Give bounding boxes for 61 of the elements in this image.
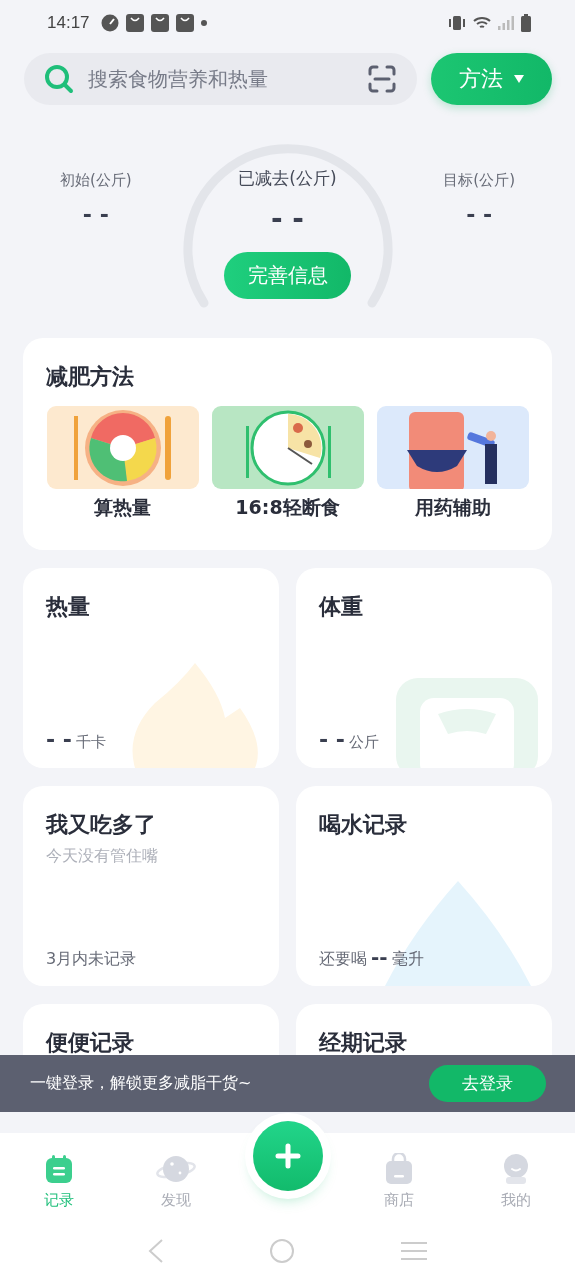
- scan-icon[interactable]: [367, 64, 397, 94]
- method-label: 算热量: [94, 495, 151, 520]
- stat-label: 初始(公斤): [59, 171, 132, 190]
- signal-icon: [498, 16, 514, 30]
- notification-icon: [175, 14, 194, 32]
- record-card[interactable]: 体重 - - 公斤: [296, 568, 552, 768]
- notification-icon: [150, 14, 169, 32]
- stat-label: 已减去(公斤): [238, 167, 337, 190]
- complete-info-button[interactable]: 完善信息: [224, 252, 351, 299]
- card-title: 我又吃多了: [46, 811, 157, 839]
- card-title: 体重: [319, 593, 364, 621]
- battery-icon: [521, 14, 531, 32]
- login-button[interactable]: 去登录: [429, 1065, 546, 1102]
- record-card[interactable]: 喝水记录 还要喝 -- 毫升: [296, 786, 552, 986]
- method-dropdown-button[interactable]: 方法: [431, 53, 552, 105]
- value-text: --: [371, 945, 388, 969]
- record-card[interactable]: 热量 - - 千卡: [23, 568, 279, 768]
- value-text: - -: [46, 727, 72, 752]
- search-bar[interactable]: 搜索食物营养和热量: [24, 53, 417, 105]
- plus-icon: [274, 1143, 301, 1169]
- nav-tab[interactable]: 我的: [457, 1133, 575, 1211]
- card-title: 喝水记录: [319, 811, 408, 839]
- unit-text: 千卡: [75, 733, 106, 752]
- unit-text: 公斤: [348, 733, 379, 752]
- home-icon[interactable]: [269, 1238, 296, 1264]
- value-text: - -: [319, 727, 345, 752]
- card-subtitle: 今天没有管住嘴: [46, 846, 159, 867]
- card-title: 减肥方法: [46, 363, 135, 391]
- search-field[interactable]: 搜索食物营养和热量: [86, 66, 355, 92]
- record-card[interactable]: 经期记录: [296, 1004, 552, 1055]
- card-title: 经期记录: [319, 1029, 408, 1055]
- record-status: 3月内未记录: [46, 949, 137, 970]
- unit-text: 毫升: [391, 949, 424, 970]
- wifi-icon: [473, 16, 491, 30]
- nav-tab[interactable]: 记录: [0, 1133, 118, 1211]
- method-label: 16:8轻断食: [235, 495, 340, 520]
- search-icon: [44, 64, 74, 94]
- dot-icon: [200, 20, 207, 26]
- nav-tab[interactable]: 商店: [340, 1133, 458, 1211]
- record-card[interactable]: 我又吃多了 今天没有管住嘴 3月内未记录: [23, 786, 279, 986]
- status-time: 14:17: [47, 13, 90, 33]
- vibrate-icon: [448, 16, 466, 30]
- face-icon: [502, 1153, 531, 1185]
- calendar-icon: [44, 1153, 73, 1185]
- card-title: 热量: [46, 593, 91, 621]
- stat-value: - -: [82, 202, 109, 227]
- stat-value: - -: [466, 202, 493, 227]
- method-label: 用药辅助: [414, 495, 491, 520]
- notification-icon: [125, 14, 144, 32]
- banner-text: 一键登录，解锁更多减脂干货~: [30, 1073, 252, 1094]
- nav-tab[interactable]: 发现: [117, 1133, 235, 1211]
- menu-icon[interactable]: [399, 1241, 428, 1261]
- planet-icon: [156, 1153, 197, 1185]
- stat-label: 目标(公斤): [443, 171, 515, 190]
- card-title: 便便记录: [46, 1029, 135, 1055]
- record-card[interactable]: 便便记录: [23, 1004, 279, 1055]
- prefix-text: 还要喝: [319, 949, 367, 970]
- shopping-bag-icon: [383, 1153, 414, 1185]
- stat-value: - -: [271, 202, 304, 235]
- caret-icon: [512, 74, 525, 84]
- gauge-icon: [100, 14, 119, 32]
